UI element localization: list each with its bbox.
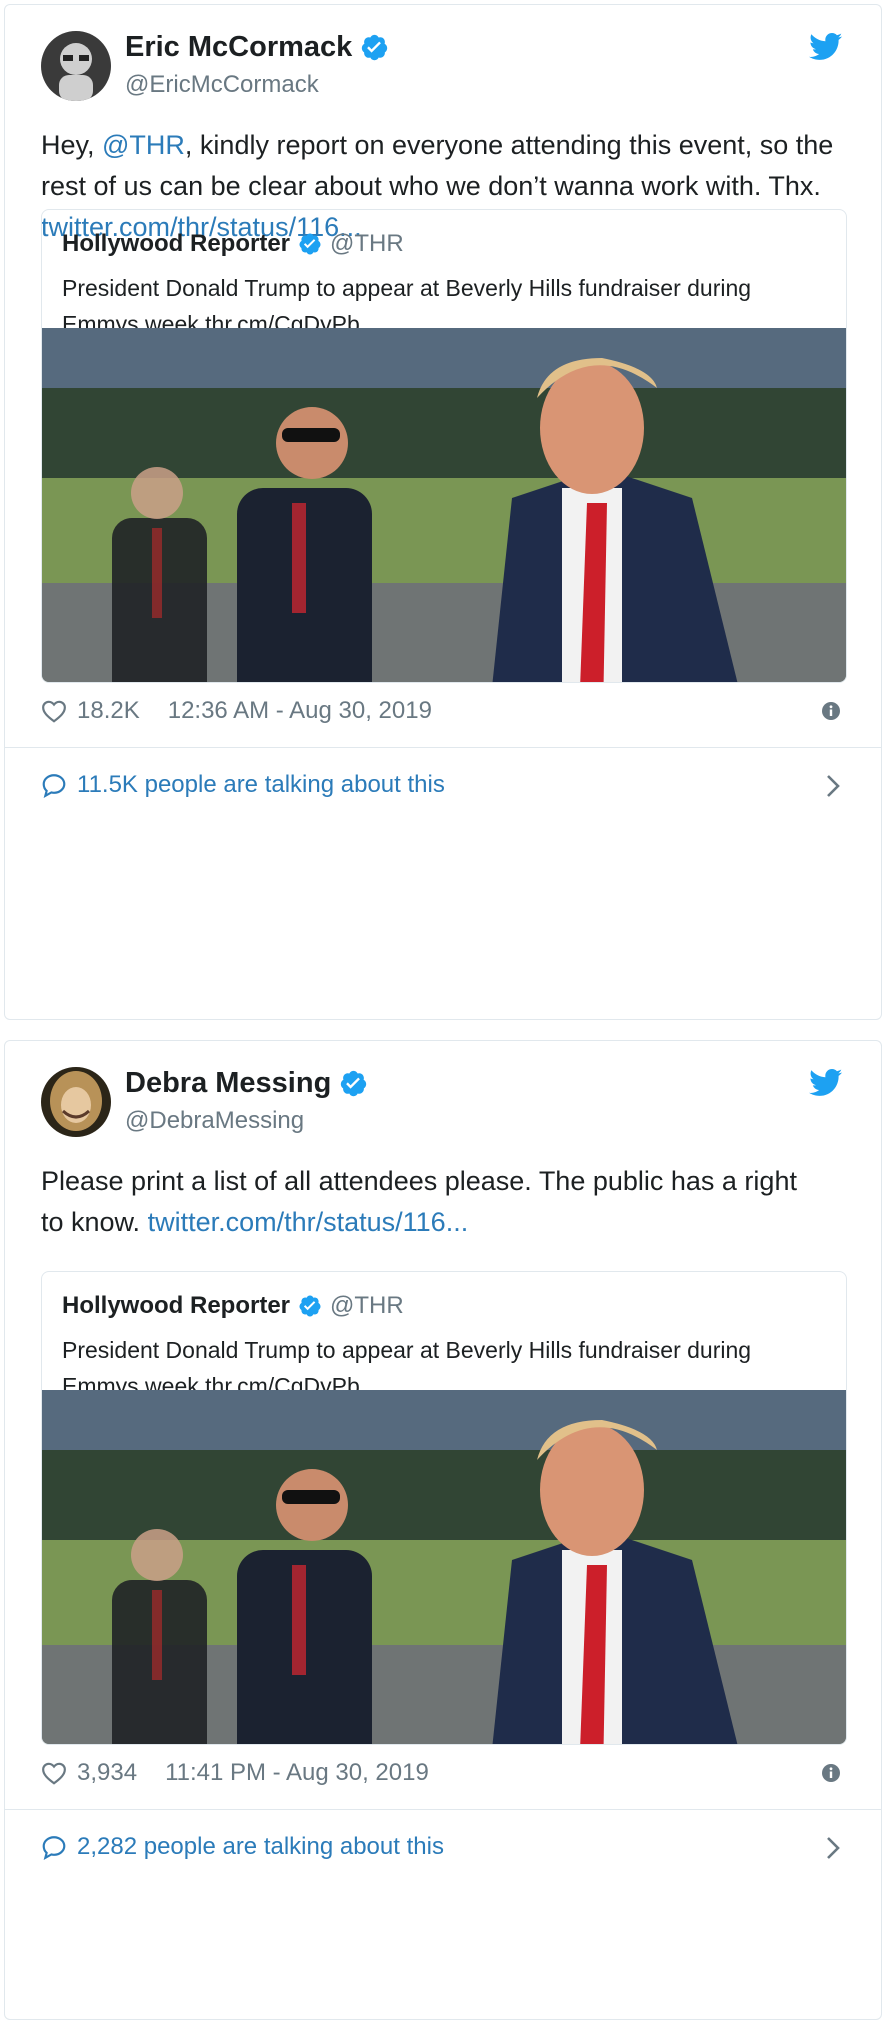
avatar[interactable]: [41, 1067, 111, 1137]
author-handle[interactable]: @DebraMessing: [125, 1107, 304, 1135]
quoted-tweet-photo[interactable]: [42, 328, 847, 683]
timestamp[interactable]: 12:36 AM - Aug 30, 2019: [168, 697, 432, 725]
tweet-card: Debra Messing @DebraMessing Please print…: [4, 1040, 882, 2020]
quoted-tweet[interactable]: Hollywood Reporter @THR President Donald…: [41, 209, 847, 683]
author-handle[interactable]: @EricMcCormack: [125, 71, 319, 99]
tweet-text: Please print a list of all attendees ple…: [41, 1161, 821, 1243]
verified-badge-icon: [339, 1069, 368, 1098]
info-icon[interactable]: [821, 701, 841, 721]
conversation-link[interactable]: 11.5K people are talking about this: [41, 771, 445, 799]
talking-count: 11.5K people are talking about this: [77, 771, 445, 798]
quoted-tweet-header: Hollywood Reporter @THR: [62, 1292, 404, 1320]
twitter-bird-icon[interactable]: [809, 33, 843, 61]
mention-link[interactable]: @THR: [102, 130, 185, 160]
twitter-bird-icon[interactable]: [809, 1069, 843, 1097]
heart-icon[interactable]: [41, 699, 67, 723]
talking-count: 2,282 people are talking about this: [77, 1833, 444, 1860]
divider: [5, 1809, 881, 1810]
author-name-text: Debra Messing: [125, 1067, 332, 1099]
timestamp[interactable]: 11:41 PM - Aug 30, 2019: [165, 1759, 429, 1787]
quoted-tweet-photo[interactable]: [42, 1390, 847, 1745]
quoted-author-name: Hollywood Reporter: [62, 1292, 291, 1319]
like-count[interactable]: 18.2K: [77, 697, 140, 725]
tweet-meta: 3,934 11:41 PM - Aug 30, 2019: [41, 1759, 429, 1787]
verified-badge-icon: [298, 232, 322, 256]
info-icon[interactable]: [821, 1763, 841, 1783]
quoted-tweet-header: Hollywood Reporter @THR: [62, 230, 404, 258]
photo-image: [42, 328, 847, 683]
conversation-link[interactable]: 2,282 people are talking about this: [41, 1833, 444, 1861]
like-count[interactable]: 3,934: [77, 1759, 137, 1787]
divider: [5, 747, 881, 748]
heart-icon[interactable]: [41, 1761, 67, 1785]
chevron-right-icon[interactable]: [825, 773, 841, 799]
avatar-image: [41, 31, 111, 101]
author-name[interactable]: Debra Messing: [125, 1067, 368, 1100]
author-name[interactable]: Eric McCormack: [125, 31, 389, 64]
quoted-author-name: Hollywood Reporter: [62, 230, 291, 257]
verified-badge-icon: [298, 1294, 322, 1318]
avatar-image: [41, 1067, 111, 1137]
quoted-author-handle: @THR: [330, 1292, 404, 1319]
author-name-text: Eric McCormack: [125, 31, 353, 63]
quoted-author-handle: @THR: [330, 230, 404, 257]
tweet-card: Eric McCormack @EricMcCormack Hey, @THR,…: [4, 4, 882, 1020]
speech-bubble-icon: [41, 772, 67, 798]
speech-bubble-icon: [41, 1834, 67, 1860]
tweet-text-segment: Hey,: [41, 130, 103, 160]
status-link[interactable]: twitter.com/thr/status/116...: [148, 1207, 469, 1237]
photo-image: [42, 1390, 847, 1745]
avatar[interactable]: [41, 31, 111, 101]
verified-badge-icon: [360, 33, 389, 62]
chevron-right-icon[interactable]: [825, 1835, 841, 1861]
tweet-meta: 18.2K 12:36 AM - Aug 30, 2019: [41, 697, 432, 725]
quoted-tweet[interactable]: Hollywood Reporter @THR President Donald…: [41, 1271, 847, 1745]
